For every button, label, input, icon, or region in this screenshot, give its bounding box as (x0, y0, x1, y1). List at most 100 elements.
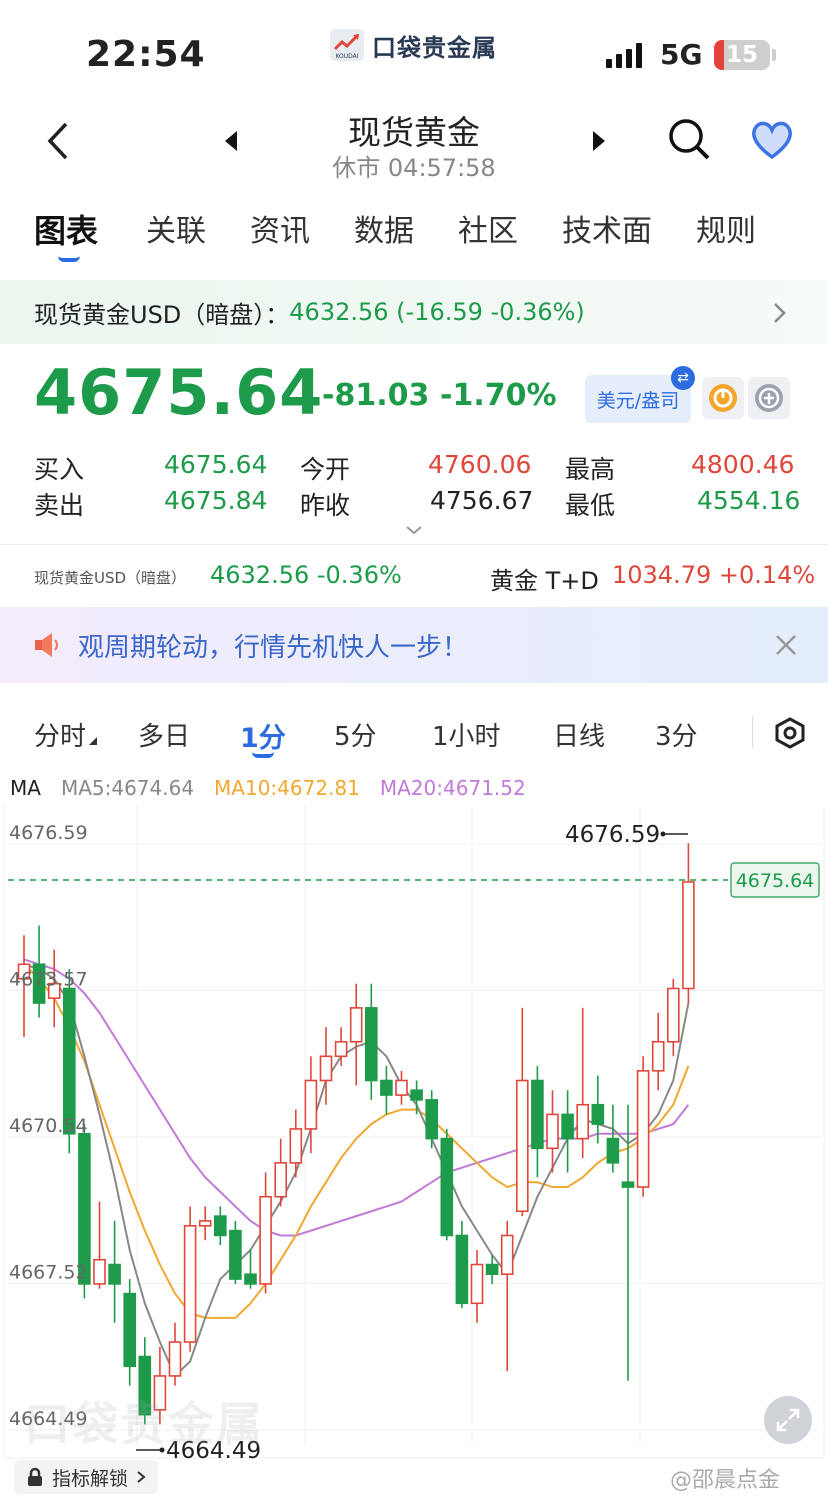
alert-button[interactable] (702, 377, 744, 419)
search-icon (669, 119, 710, 160)
candle-body (410, 1089, 423, 1101)
tab-community[interactable]: 社区 (458, 206, 518, 250)
low-label: 最低 (565, 491, 616, 520)
candle-body (561, 1113, 574, 1140)
divider (0, 544, 828, 545)
candle-body (531, 1079, 544, 1150)
y-axis-label: 4673.57 (9, 969, 88, 991)
period-divider (752, 716, 753, 748)
active-tab-indicator (58, 256, 80, 262)
battery-tip (772, 49, 776, 61)
close-icon[interactable] (774, 633, 798, 657)
tab-rules[interactable]: 规则 (696, 206, 756, 250)
period-1hour[interactable]: 1小时 (432, 716, 501, 753)
candle-body (349, 1007, 363, 1043)
y-axis-label: 4676.59 (9, 822, 88, 844)
candle-body (621, 1181, 635, 1188)
candle-body (304, 1079, 318, 1130)
unlock-indicators-button[interactable]: 指标解锁 (14, 1460, 159, 1494)
candle-body (62, 987, 76, 1135)
tab-data[interactable]: 数据 (354, 206, 414, 250)
candles (17, 843, 695, 1425)
current-price-tag-label: 4675.64 (736, 870, 815, 892)
candle-body (651, 1040, 665, 1072)
chart-settings-button[interactable] (768, 712, 812, 754)
clock-icon (709, 384, 737, 412)
ma10-value: MA10:4672.81 (214, 776, 360, 800)
candle-body (576, 1103, 590, 1140)
price-change: -81.03 (322, 378, 430, 413)
ticker-item2-name[interactable]: 黄金 T+D (490, 561, 599, 596)
candle-body (500, 1234, 514, 1276)
candle-body (591, 1103, 605, 1125)
candlestick-chart[interactable]: 4676.594673.574670.544667.524664.494676.… (0, 806, 828, 1466)
signal-icon (606, 42, 642, 68)
brand: KOUDAI 口袋贵金属 (330, 28, 497, 62)
ticker-item1-value[interactable]: 4632.56 -0.36% (210, 561, 402, 589)
candle-body (485, 1263, 499, 1276)
tab-news[interactable]: 资讯 (250, 206, 310, 250)
expand-quote-button[interactable] (400, 520, 428, 540)
bid-value: 4675.64 (164, 450, 268, 479)
open-value: 4760.06 (428, 450, 532, 479)
triangle-right-icon (593, 131, 605, 151)
dark-pool-quote-bar[interactable]: 现货黄金USD（暗盘）： 4632.56 (-16.59 -0.36%) (0, 280, 828, 344)
candle-body (229, 1229, 242, 1280)
speaker-icon (35, 633, 58, 657)
swap-icon: ⇄ (671, 366, 695, 390)
candle-body (606, 1137, 620, 1164)
settings-hexagon-icon (775, 717, 805, 749)
network-type: 5G (660, 38, 703, 71)
ma20-value: MA20:4671.52 (379, 776, 526, 800)
candle-body (682, 881, 695, 990)
candle-body (289, 1128, 303, 1164)
active-period-indicator (252, 752, 274, 758)
open-label: 今开 (300, 455, 351, 484)
currency-icon (755, 384, 783, 412)
candle-body (198, 1220, 212, 1227)
period-daily[interactable]: 日线 (553, 716, 605, 753)
battery-icon: 15 (714, 40, 770, 70)
tab-related[interactable]: 关联 (146, 206, 206, 250)
tab-chart[interactable]: 图表 (34, 206, 98, 252)
ma5-value: MA5:4674.64 (60, 776, 195, 800)
tab-bar: 图表 关联 资讯 数据 社区 技术面 规则 (0, 206, 828, 262)
prev-close-label: 昨收 (300, 491, 351, 520)
ticker-item2-value[interactable]: 1034.79 +0.14% (612, 561, 815, 589)
price-change-percent: -1.70% (440, 378, 557, 413)
period-timeshare[interactable]: 分时 (34, 716, 86, 753)
fullscreen-button[interactable] (764, 1396, 812, 1444)
low-value: 4554.16 (697, 486, 801, 515)
high-value: 4800.46 (691, 450, 795, 479)
ask-label: 卖出 (34, 491, 85, 520)
candle-body (244, 1273, 257, 1285)
last-price: 4675.64 (34, 356, 324, 429)
lock-icon (28, 1467, 42, 1486)
candle-body (470, 1263, 484, 1305)
period-5min[interactable]: 5分 (334, 716, 377, 753)
chart-watermark: 口袋贵金属 (24, 1397, 264, 1451)
ticker-item1-name[interactable]: 现货黄金USD（暗盘） (34, 567, 186, 588)
prev-close-value: 4756.67 (430, 486, 534, 515)
expand-icon (776, 1408, 800, 1432)
candle-body (108, 1263, 121, 1285)
chevron-down-icon (406, 526, 422, 535)
author-credit: @邵晨点金 (670, 1468, 781, 1493)
promo-text: 观周期轮动，行情先机快人一步！ (78, 632, 469, 663)
currency-button[interactable] (748, 377, 790, 419)
search-button[interactable] (664, 114, 714, 164)
candle-body (440, 1137, 454, 1237)
promo-banner[interactable]: 观周期轮动，行情先机快人一步！ (0, 607, 828, 683)
max-price-label: 4676.59 (565, 822, 660, 848)
tab-technical[interactable]: 技术面 (562, 206, 652, 250)
period-1min[interactable]: 1分 (240, 716, 286, 755)
favorite-button[interactable] (746, 116, 798, 164)
candle-body (123, 1292, 136, 1368)
period-3min[interactable]: 3分 (655, 716, 698, 753)
candle-body (214, 1215, 227, 1237)
next-instrument-button[interactable] (584, 124, 614, 158)
period-multiday[interactable]: 多日 (138, 716, 190, 753)
candle-body (274, 1162, 288, 1198)
candle-body (666, 987, 680, 1043)
candle-body (334, 1040, 348, 1058)
